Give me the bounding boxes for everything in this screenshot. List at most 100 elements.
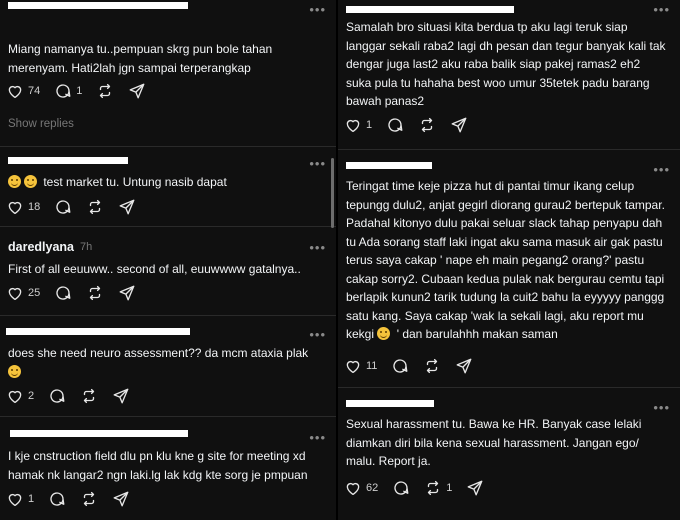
- reply-button[interactable]: [54, 198, 72, 216]
- share-button[interactable]: [466, 479, 484, 497]
- comment-card: ••• Sexual harassment tu. Bawa ke HR. Ba…: [338, 388, 680, 520]
- share-icon: [450, 116, 468, 134]
- redacted-username: [346, 6, 514, 13]
- redacted-username: [10, 430, 188, 437]
- reply-button[interactable]: [391, 357, 409, 375]
- comment-text-content: test market tu. Untung nasib dapat: [40, 175, 227, 189]
- repost-icon: [96, 82, 114, 100]
- comment-text: Teringat time keje pizza hut di pantai t…: [346, 177, 668, 344]
- reply-button[interactable]: 1: [54, 82, 82, 100]
- comment-card: ••• Teringat time keje pizza hut di pant…: [338, 150, 680, 386]
- comment-text: First of all eeuuww.. second of all, euu…: [8, 262, 301, 276]
- repost-icon: [86, 198, 104, 216]
- redacted-username: [8, 157, 128, 164]
- more-options-icon[interactable]: •••: [653, 401, 670, 414]
- right-thread-panel: ••• Samalah bro situasi kita berdua tp a…: [338, 0, 680, 520]
- share-icon: [455, 357, 473, 375]
- more-options-icon[interactable]: •••: [309, 431, 326, 444]
- reply-button[interactable]: [48, 387, 66, 405]
- repost-button[interactable]: [423, 357, 441, 375]
- reply-button[interactable]: [54, 284, 72, 302]
- repost-icon: [86, 284, 104, 302]
- share-icon: [112, 387, 130, 405]
- like-button[interactable]: 62: [344, 479, 378, 497]
- show-replies-link[interactable]: Show replies: [8, 118, 74, 130]
- reply-button[interactable]: [392, 479, 410, 497]
- comment-text: Samalah bro situasi kita berdua tp aku l…: [346, 20, 666, 108]
- more-options-icon[interactable]: •••: [309, 328, 326, 341]
- like-button[interactable]: 1: [344, 116, 372, 134]
- heart-icon: [6, 284, 24, 302]
- username-link[interactable]: daredlyana: [8, 240, 74, 254]
- comment-text-content: Teringat time keje pizza hut di pantai t…: [346, 179, 665, 341]
- repost-button[interactable]: [86, 198, 104, 216]
- like-button[interactable]: 11: [344, 357, 377, 375]
- share-button[interactable]: [118, 198, 136, 216]
- more-options-icon[interactable]: •••: [309, 157, 326, 170]
- repost-button[interactable]: [418, 116, 436, 134]
- more-options-icon[interactable]: •••: [309, 241, 326, 254]
- comment-card: daredlyana 7h ••• First of all eeuuww.. …: [0, 227, 336, 313]
- comment-text: I kje cnstruction field dlu pn klu kne g…: [8, 449, 308, 482]
- like-button[interactable]: 74: [6, 82, 40, 100]
- like-button[interactable]: 1: [6, 490, 34, 508]
- like-count: 74: [28, 85, 41, 97]
- scrollbar[interactable]: [331, 158, 334, 228]
- redacted-username: [6, 328, 190, 335]
- timestamp: 7h: [80, 241, 93, 253]
- comment-icon: [48, 490, 66, 508]
- repost-button[interactable]: [96, 82, 114, 100]
- comment-text: Sexual harassment tu. Bawa ke HR. Banyak…: [346, 417, 642, 468]
- redacted-username: [346, 400, 434, 407]
- comment-icon: [48, 387, 66, 405]
- like-button[interactable]: 18: [6, 198, 40, 216]
- share-button[interactable]: [128, 82, 146, 100]
- comment-actions: 25: [6, 283, 150, 303]
- share-button[interactable]: [118, 284, 136, 302]
- heart-icon: [6, 82, 24, 100]
- comment-actions: 1: [344, 115, 482, 135]
- like-button[interactable]: 25: [6, 284, 40, 302]
- comment-actions: 11: [344, 356, 487, 376]
- share-button[interactable]: [112, 490, 130, 508]
- emoji-icon: [8, 175, 21, 188]
- comment-text-content: does she need neuro assessment?? da mcm …: [8, 346, 309, 360]
- comment-actions: 2: [6, 386, 144, 406]
- repost-button[interactable]: 1: [424, 479, 452, 497]
- share-button[interactable]: [450, 116, 468, 134]
- comment-icon: [392, 479, 410, 497]
- repost-icon: [418, 116, 436, 134]
- repost-button[interactable]: [80, 387, 98, 405]
- comment-header: daredlyana 7h: [8, 239, 92, 255]
- comment-icon: [54, 198, 72, 216]
- reply-button[interactable]: [386, 116, 404, 134]
- like-count: 18: [28, 201, 41, 213]
- comment-actions: 1: [6, 489, 144, 509]
- repost-icon: [80, 490, 98, 508]
- redacted-username: [8, 2, 188, 9]
- emoji-icon: [24, 175, 37, 188]
- comment-text: Miang namanya tu..pempuan skrg pun bole …: [8, 42, 273, 75]
- like-count: 25: [28, 287, 41, 299]
- emoji-icon: [8, 364, 21, 378]
- share-button[interactable]: [112, 387, 130, 405]
- more-options-icon[interactable]: •••: [653, 163, 670, 176]
- emoji-icon: [377, 327, 391, 340]
- more-options-icon[interactable]: •••: [653, 3, 670, 16]
- more-options-icon[interactable]: •••: [309, 3, 326, 16]
- repost-button[interactable]: [86, 284, 104, 302]
- comment-icon: [391, 357, 409, 375]
- repost-button[interactable]: [80, 490, 98, 508]
- comment-card: ••• I kje cnstruction field dlu pn klu k…: [0, 417, 336, 520]
- reply-button[interactable]: [48, 490, 66, 508]
- like-button[interactable]: 2: [6, 387, 34, 405]
- comment-icon: [386, 116, 404, 134]
- share-icon: [112, 490, 130, 508]
- comment-card: ••• Samalah bro situasi kita berdua tp a…: [338, 0, 680, 148]
- heart-icon: [344, 479, 362, 497]
- comment-card: ••• test market tu. Untung nasib dapat 1…: [0, 147, 336, 225]
- share-button[interactable]: [455, 357, 473, 375]
- like-count: 2: [28, 390, 35, 402]
- comment-actions: 74 1: [6, 81, 160, 101]
- like-count: 1: [366, 119, 373, 131]
